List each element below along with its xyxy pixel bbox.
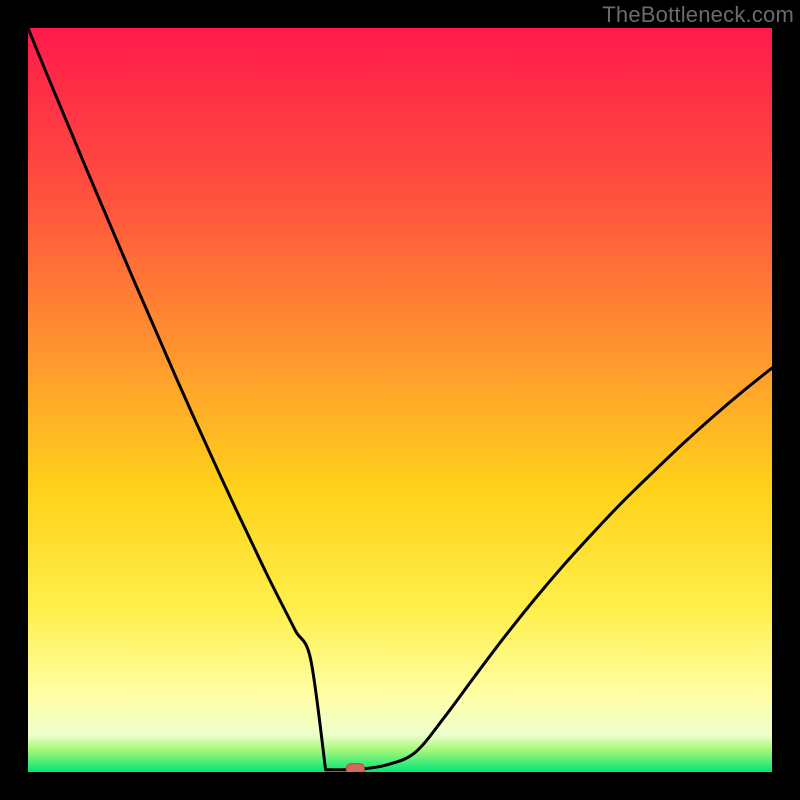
watermark-text: TheBottleneck.com [602,2,794,28]
optimal-marker [346,764,364,772]
chart-frame [28,28,772,772]
gradient-background [28,28,772,772]
chart-svg [28,28,772,772]
